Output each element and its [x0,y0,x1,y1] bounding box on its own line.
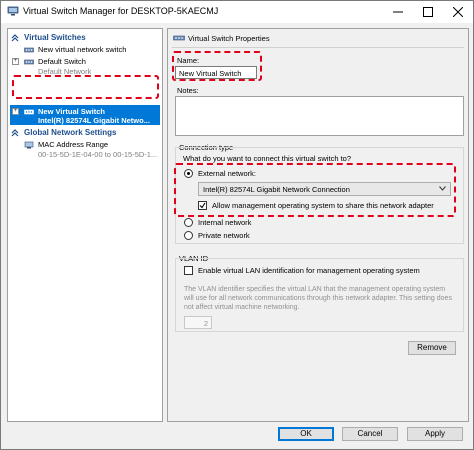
remove-button[interactable]: Remove [408,341,456,355]
network-adapter-icon [24,141,34,149]
section-global-network-settings-label: Global Network Settings [24,128,117,137]
tree-item-new-virtual-switch-sub: Intel(R) 82574L Gigabit Netwo... [8,116,162,126]
section-virtual-switches[interactable]: Virtual Switches [8,33,162,44]
tree-item-mac-address-range[interactable]: MAC Address Range [8,140,162,150]
highlight-selected-switch [12,75,159,99]
network-switch-icon [173,35,185,41]
internal-network-radio[interactable] [184,218,193,227]
collapse-chevron-icon [11,34,19,42]
hyperv-switch-icon [7,6,19,16]
connection-question: What do you want to connect this virtual… [183,154,351,163]
virtual-switch-manager-window: Virtual Switch Manager for DESKTOP-5KAEC… [0,0,474,450]
new-virtual-switch-subtext: Intel(R) 82574L Gigabit Netwo... [38,116,150,125]
notes-textarea[interactable] [175,96,464,136]
enable-vlan-label: Enable virtual LAN identification for ma… [198,266,420,275]
network-switch-icon [24,59,34,65]
window-title: Virtual Switch Manager for DESKTOP-5KAEC… [23,6,219,16]
private-network-label: Private network [198,231,250,240]
tree-item-new-switch-label: New virtual network switch [38,45,127,54]
internal-network-label: Internal network [198,218,252,227]
mac-range-subtext: 00-15-5D-1E-04-00 to 00-15-5D-1... [38,150,158,159]
tree-item-default-switch[interactable]: + Default Switch [8,57,162,67]
tree-item-mac-address-range-label: MAC Address Range [38,140,109,149]
header-divider [172,47,464,48]
ok-button[interactable]: OK [278,427,334,441]
network-switch-icon [24,109,34,115]
tree-item-new-virtual-switch-label: New Virtual Switch [38,107,105,116]
minimize-icon [393,11,403,13]
highlight-name-field [172,51,262,81]
highlight-external-network [174,163,456,217]
maximize-button[interactable] [413,1,443,23]
section-global-network-settings[interactable]: Global Network Settings [8,128,162,139]
properties-header: Virtual Switch Properties [172,32,464,44]
private-network-radio[interactable] [184,231,193,240]
switch-properties-panel: Virtual Switch Properties Name: New Virt… [167,28,469,422]
title-bar: Virtual Switch Manager for DESKTOP-5KAEC… [1,1,473,23]
properties-header-label: Virtual Switch Properties [188,34,270,43]
close-button[interactable] [443,1,473,23]
tree-item-default-switch-label: Default Switch [38,57,86,66]
cancel-button[interactable]: Cancel [342,427,398,441]
vlan-description: The VLAN identifier specifies the virtua… [184,286,452,311]
expand-plus-icon[interactable]: + [12,58,19,65]
minimize-button[interactable] [383,1,413,23]
apply-button[interactable]: Apply [407,427,463,441]
tree-item-mac-address-range-sub: 00-15-5D-1E-04-00 to 00-15-5D-1... [8,150,162,160]
network-switch-icon [24,47,34,53]
collapse-chevron-icon [11,129,19,137]
section-virtual-switches-label: Virtual Switches [24,33,86,42]
enable-vlan-checkbox[interactable] [184,266,193,275]
vlan-id-input[interactable]: 2 [184,316,212,329]
close-icon [453,7,463,17]
tree-item-new-switch[interactable]: New virtual network switch [8,45,162,55]
notes-label: Notes: [177,86,199,95]
expand-plus-icon[interactable]: + [12,108,19,115]
maximize-icon [423,7,433,17]
